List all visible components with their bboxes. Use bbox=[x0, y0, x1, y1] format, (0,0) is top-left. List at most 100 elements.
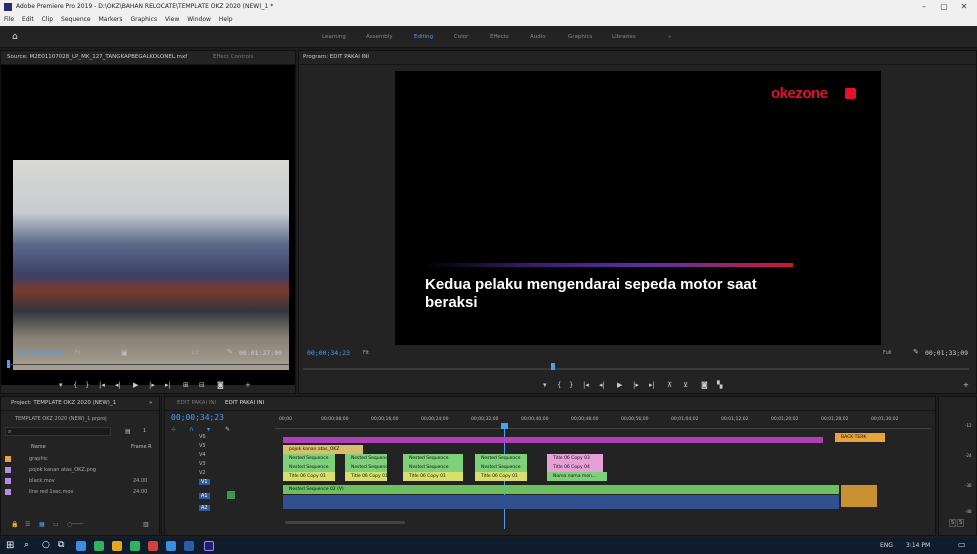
minimize-button[interactable]: – bbox=[916, 2, 932, 11]
mark-out-icon[interactable]: } bbox=[85, 381, 89, 389]
program-marker-icon[interactable]: ▾ bbox=[543, 381, 547, 389]
solo-right-button[interactable]: S bbox=[957, 519, 965, 527]
overwrite-icon[interactable]: ⊟ bbox=[199, 381, 205, 389]
workspace-learning[interactable]: Learning bbox=[322, 34, 346, 40]
source-scrubber[interactable] bbox=[7, 364, 289, 365]
insert-icon[interactable]: ⊞ bbox=[183, 381, 189, 389]
source-fit-select[interactable]: Fit bbox=[75, 350, 81, 356]
language-indicator[interactable]: ENG bbox=[880, 542, 893, 549]
track-v5-label[interactable]: V5 bbox=[199, 443, 206, 449]
menu-edit[interactable]: Edit bbox=[18, 14, 38, 25]
windows-start-icon[interactable]: ⊞ bbox=[6, 540, 14, 551]
clip-title[interactable]: Title 06 Copy 01 bbox=[345, 472, 387, 481]
clock[interactable]: 3:14 PM bbox=[906, 542, 930, 549]
menu-sequence[interactable]: Sequence bbox=[57, 14, 95, 25]
freeform-view-icon[interactable]: ▭ bbox=[53, 521, 59, 528]
play-icon[interactable]: ▶ bbox=[133, 381, 138, 389]
lift-icon[interactable]: ⊼ bbox=[667, 381, 672, 389]
list-item[interactable]: pojok kanan atas_OKZ.png bbox=[3, 465, 153, 475]
project-tab[interactable]: Project: TEMPLATE OKZ 2020 (NEW)_1 bbox=[11, 400, 116, 406]
chrome-icon[interactable] bbox=[112, 541, 122, 551]
program-scale-select[interactable]: Full bbox=[883, 350, 892, 356]
new-item-icon[interactable]: ▥ bbox=[143, 521, 149, 528]
edge-icon[interactable] bbox=[76, 541, 86, 551]
clip-title[interactable]: Title 06 Copy 01 bbox=[475, 472, 527, 481]
task-view-icon[interactable]: ⧉ bbox=[58, 540, 64, 550]
snap-icon[interactable]: ⊹ bbox=[171, 426, 176, 433]
maximize-button[interactable]: ▢ bbox=[936, 2, 952, 11]
go-to-out-icon[interactable]: ▸| bbox=[165, 381, 171, 389]
close-button[interactable]: ✕ bbox=[956, 2, 972, 11]
program-wrench-icon[interactable]: ✎ bbox=[913, 348, 919, 356]
menu-markers[interactable]: Markers bbox=[95, 14, 127, 25]
list-view-icon[interactable]: ☰ bbox=[25, 521, 30, 528]
track-v2-label[interactable]: V2 bbox=[199, 470, 206, 476]
program-scrubber[interactable] bbox=[303, 368, 969, 370]
column-name-header[interactable]: Name bbox=[31, 444, 46, 450]
marker-add-icon[interactable]: ▾ bbox=[207, 426, 210, 433]
project-search-input[interactable]: ⌕ bbox=[5, 427, 111, 436]
app-icon[interactable] bbox=[148, 541, 158, 551]
program-fit-select[interactable]: Fit bbox=[363, 350, 369, 356]
mute-toggle[interactable] bbox=[227, 491, 235, 499]
program-timecode[interactable]: 00;00;34;23 bbox=[307, 349, 350, 357]
clip-nested[interactable]: Nested Sequence bbox=[345, 463, 387, 472]
step-forward-icon[interactable]: |▸ bbox=[149, 381, 155, 389]
timeline-tab-1[interactable]: EDIT PAKAI INI bbox=[177, 400, 216, 406]
notification-icon[interactable]: ▭ bbox=[958, 540, 966, 549]
track-v4-label[interactable]: V4 bbox=[199, 452, 206, 458]
clip-nested[interactable]: Nested Sequence bbox=[475, 463, 527, 472]
clip-nested[interactable]: Nested Sequence bbox=[283, 463, 335, 472]
menu-clip[interactable]: Clip bbox=[38, 14, 57, 25]
program-mark-in-icon[interactable]: { bbox=[557, 381, 561, 389]
program-export-frame-icon[interactable]: ◙ bbox=[701, 381, 708, 389]
workspace-editing[interactable]: Editing bbox=[414, 34, 433, 40]
export-frame-icon[interactable]: ◙ bbox=[217, 381, 224, 389]
program-add-button-icon[interactable]: + bbox=[963, 381, 969, 389]
workspace-libraries[interactable]: Libraries bbox=[612, 34, 636, 40]
workspace-color[interactable]: Color bbox=[454, 34, 468, 40]
program-play-icon[interactable]: ▶ bbox=[617, 381, 622, 389]
cortana-icon[interactable]: ○ bbox=[42, 540, 50, 550]
panel-overflow-icon[interactable]: » bbox=[149, 400, 152, 406]
clip-nested[interactable]: Nested Sequence bbox=[283, 454, 335, 463]
search-icon[interactable]: ⌕ bbox=[24, 540, 29, 550]
program-step-forward-icon[interactable]: |▸ bbox=[633, 381, 639, 389]
home-icon[interactable]: ⌂ bbox=[12, 32, 18, 42]
workspace-audio[interactable]: Audio bbox=[530, 34, 546, 40]
program-step-back-icon[interactable]: ◂| bbox=[599, 381, 605, 389]
clip-title[interactable]: Title 06 Copy 03 bbox=[547, 454, 603, 463]
zoom-slider[interactable]: ○─── bbox=[67, 521, 83, 528]
menu-window[interactable]: Window bbox=[183, 14, 215, 25]
menu-view[interactable]: View bbox=[161, 14, 183, 25]
clip-title[interactable]: Title 06 Copy 01 bbox=[283, 472, 335, 481]
solo-left-button[interactable]: S bbox=[949, 519, 957, 527]
timeline-wrench-icon[interactable]: ✎ bbox=[225, 426, 230, 433]
clip-title[interactable]: Title 06 Copy 01 bbox=[403, 472, 463, 481]
extract-icon[interactable]: ⊻ bbox=[683, 381, 688, 389]
workspace-effects[interactable]: Effects bbox=[490, 34, 509, 40]
marker-icon[interactable]: ▾ bbox=[59, 381, 63, 389]
workspace-assembly[interactable]: Assembly bbox=[366, 34, 393, 40]
audio-clip-end[interactable] bbox=[841, 485, 877, 507]
clip-back[interactable]: BACK TERK bbox=[835, 433, 885, 442]
clip-nested[interactable]: Nested Sequence bbox=[345, 454, 387, 463]
list-item[interactable]: line red 1sec.mov 24.00 bbox=[3, 487, 153, 497]
effect-controls-tab[interactable]: Effect Controls bbox=[213, 54, 253, 60]
source-playhead[interactable] bbox=[7, 360, 10, 368]
explorer-icon[interactable] bbox=[166, 541, 176, 551]
clip-nested[interactable]: Nested Sequence bbox=[403, 454, 463, 463]
photoshop-icon[interactable] bbox=[184, 541, 194, 551]
go-to-in-icon[interactable]: |◂ bbox=[99, 381, 105, 389]
program-go-to-in-icon[interactable]: |◂ bbox=[583, 381, 589, 389]
comparison-view-icon[interactable]: ▚ bbox=[717, 381, 722, 389]
list-item[interactable]: graphic bbox=[3, 454, 153, 464]
source-timecode-in[interactable]: 01:00:00:00 bbox=[19, 349, 62, 357]
timeline-zoom-scrollbar[interactable] bbox=[285, 521, 405, 524]
timeline-tab-2[interactable]: EDIT PAKAI INI bbox=[225, 400, 264, 406]
app-icon[interactable] bbox=[94, 541, 104, 551]
track-v6-label[interactable]: V6 bbox=[199, 434, 206, 440]
list-item[interactable]: black.mov 24.00 bbox=[3, 476, 153, 486]
clip-nested-v6[interactable] bbox=[283, 437, 823, 443]
icon-view-icon[interactable]: ▦ bbox=[39, 521, 45, 528]
